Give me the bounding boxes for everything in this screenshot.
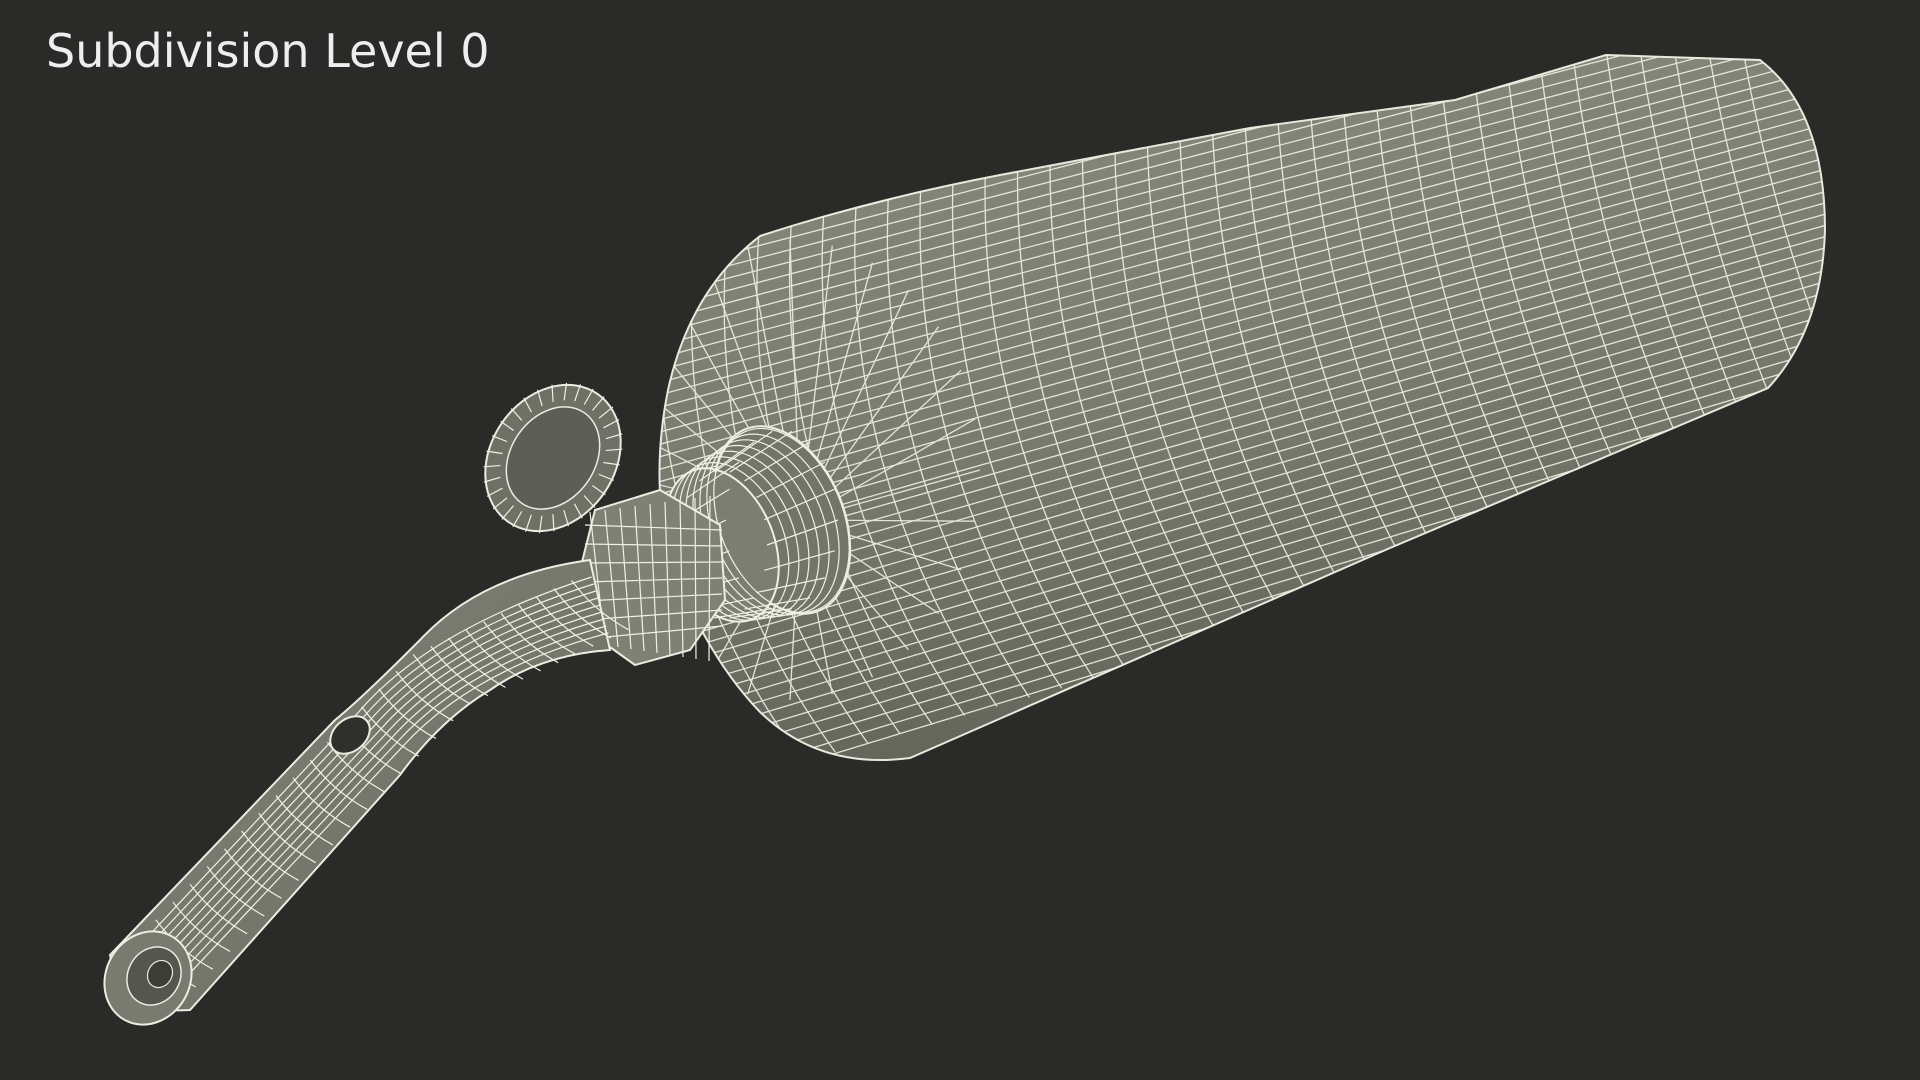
torch-nozzle-pipe xyxy=(103,558,629,1026)
wireframe-render xyxy=(103,53,1827,1026)
subdivision-level-label: Subdivision Level 0 xyxy=(46,24,490,78)
gas-cylinder xyxy=(658,53,1827,762)
viewport: Subdivision Level 0 xyxy=(0,0,1920,1080)
